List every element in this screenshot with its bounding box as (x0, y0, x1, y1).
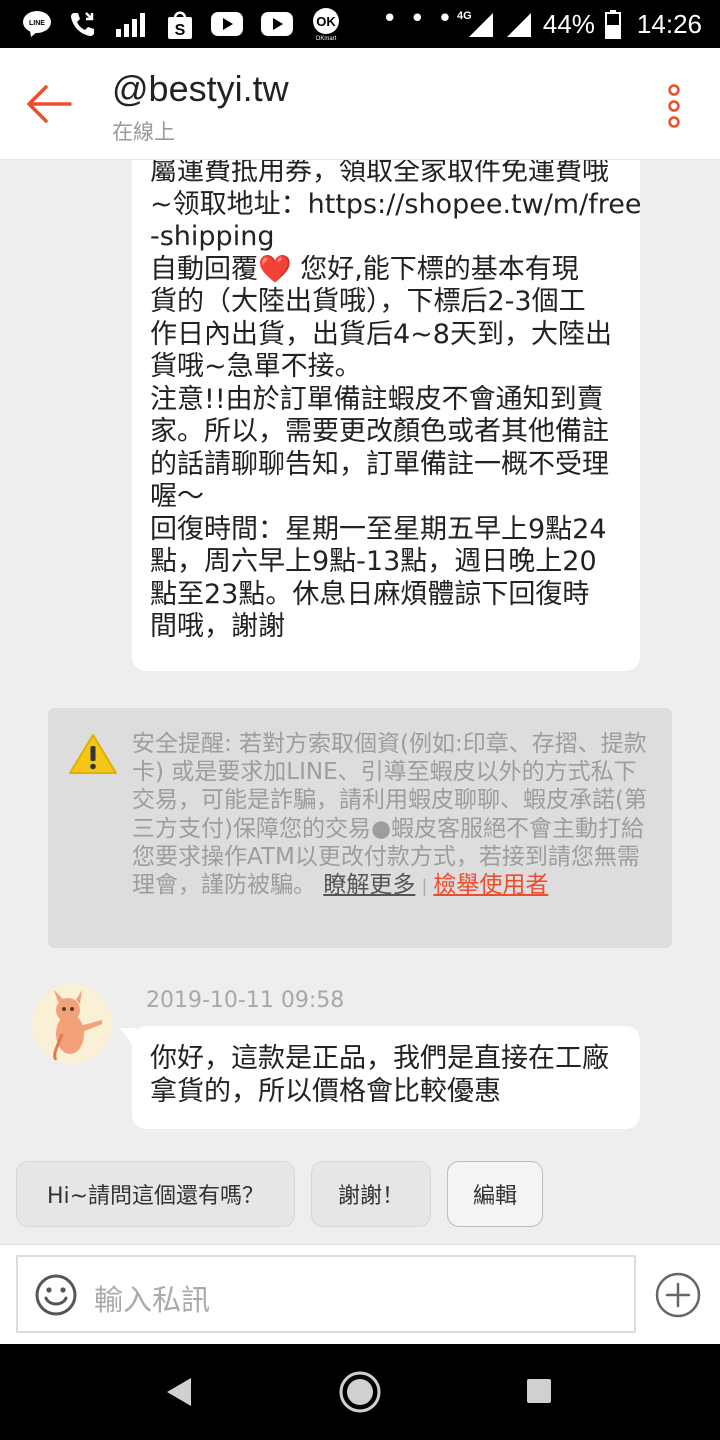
link-separator: | (421, 876, 428, 898)
message-line: 的話請聊聊告知，訂單備註一概不受理 (150, 448, 609, 480)
message-line: 貨哦~急單不接。 (150, 351, 362, 382)
message-line: ~领取地址：https://shopee.tw/m/free (150, 188, 642, 220)
line-icon: LINE (22, 10, 52, 38)
okmart-icon: OK OKmart (310, 7, 342, 41)
youtube-icon (210, 11, 244, 37)
system-nav-bar (0, 1344, 720, 1440)
clock: 14:26 (636, 8, 702, 39)
report-user-link[interactable]: 檢舉使用者 (433, 872, 548, 898)
svg-text:OKmart: OKmart (316, 36, 337, 41)
emoji-icon[interactable] (34, 1273, 78, 1317)
message-line: 貨的（大陸出貨哦），下標后2-3個工 (150, 286, 586, 317)
nav-back-icon[interactable] (164, 1376, 194, 1412)
nav-recents-icon[interactable] (526, 1378, 552, 1408)
message-input-placeholder: 輸入私訊 (94, 1283, 211, 1317)
network-type-label: 4G (457, 10, 472, 22)
message-line: 點，周六早上9點-13點，週日晚上20 (150, 546, 597, 577)
battery-percentage: 44% (542, 8, 595, 39)
message-line: 家。所以，需要更改顏色或者其他備註 (150, 416, 609, 447)
message-line: 屬運費抵用券，領取全家取件免運費哦 (150, 160, 609, 187)
message-timestamp: 2019-10-11 09:58 (146, 988, 345, 1013)
message-line: 間哦，謝謝 (150, 611, 285, 642)
cell-signal-icon (505, 9, 533, 39)
message-bubble[interactable]: 屬運費抵用券，領取全家取件免運費哦 ~领取地址：https://shopee.t… (132, 160, 642, 671)
chat-username[interactable]: @bestyi.tw (112, 68, 289, 110)
message-line: 你好，這款是正品，我們是直接在工廠 (150, 1043, 609, 1074)
youtube-icon (260, 11, 294, 37)
avatar[interactable] (32, 984, 112, 1064)
battery-icon (604, 9, 621, 39)
more-options-icon[interactable] (666, 84, 682, 128)
back-arrow-icon[interactable] (24, 82, 74, 126)
safety-notice: 安全提醒: 若對方索取個資(例如:印章、存摺、提款卡) 或是要求加LINE、引導… (48, 708, 672, 948)
chat-header: @bestyi.tw 在線上 (0, 48, 720, 160)
status-bar: LINE S OK OKmart • • • 4G 44% 14:26 (0, 0, 720, 48)
quick-reply-chip[interactable]: Hi~請問這個還有嗎？ (16, 1161, 295, 1227)
online-status: 在線上 (112, 120, 175, 144)
safety-notice-text: 安全提醒: 若對方索取個資(例如:印章、存摺、提款卡) 或是要求加LINE、引導… (132, 730, 652, 901)
nav-home-icon[interactable] (338, 1370, 382, 1418)
missed-call-icon (68, 9, 98, 39)
edit-quick-replies-button[interactable]: 編輯 (447, 1161, 543, 1227)
shopee-icon: S (166, 8, 194, 40)
message-line: 喔～ (150, 481, 204, 512)
message-line: 注意!!由於訂單備註蝦皮不會通知到賣 (150, 383, 604, 415)
quick-reply-chip[interactable]: 謝謝！ (311, 1161, 431, 1227)
warning-icon (68, 732, 118, 776)
svg-text:OK: OK (316, 14, 336, 29)
add-attachment-icon[interactable] (654, 1271, 702, 1319)
message-line: 拿貨的，所以價格會比較優惠 (150, 1075, 501, 1107)
svg-text:S: S (175, 22, 186, 39)
message-line: 自動回覆❤️ 您好,能下標的基本有現 (150, 253, 579, 285)
message-input-bar: 輸入私訊 (0, 1244, 720, 1344)
chat-area[interactable]: 屬運費抵用券，領取全家取件免運費哦 ~领取地址：https://shopee.t… (0, 160, 720, 1244)
svg-text:LINE: LINE (29, 20, 45, 27)
message-line: 點至23點。休息日麻煩體諒下回復時 (150, 578, 590, 610)
learn-more-link[interactable]: 瞭解更多 (323, 872, 415, 898)
message-bubble[interactable]: 你好，這款是正品，我們是直接在工廠 拿貨的，所以價格會比較優惠 (132, 1026, 640, 1129)
message-line: -shipping (150, 221, 275, 252)
message-input[interactable]: 輸入私訊 (16, 1255, 636, 1333)
message-line: 作日內出貨，出貨后4~8天到，大陸出 (150, 318, 612, 350)
network-signal-icon: 4G (455, 9, 495, 39)
signal-bars-icon (114, 9, 150, 39)
more-notifications-indicator: • • • (382, 4, 455, 34)
message-line: 回復時間：星期一至星期五早上9點24 (150, 513, 607, 545)
